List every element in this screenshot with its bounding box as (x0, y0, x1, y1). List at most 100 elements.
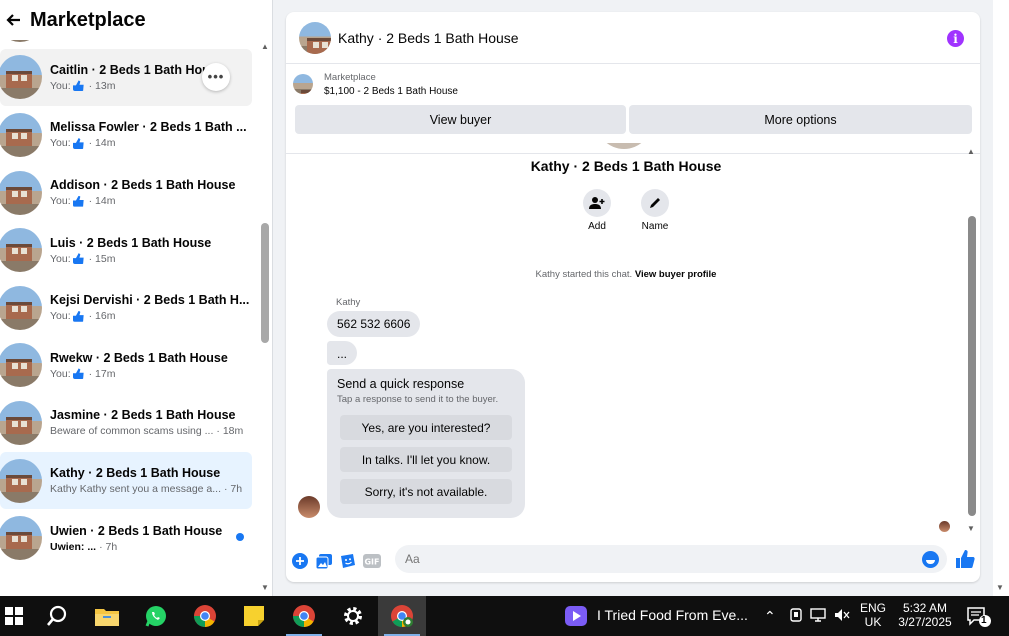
notification-icon (967, 607, 991, 627)
media-title[interactable]: I Tried Food From Eve... (597, 607, 748, 623)
volume-muted-icon[interactable] (834, 608, 850, 625)
scroll-down-arrow-icon[interactable]: ▼ (261, 583, 269, 592)
back-arrow-icon[interactable] (2, 9, 24, 31)
conversation-item[interactable]: Luis · 2 Beds 1 Bath House You: · 15m (0, 221, 252, 279)
windows-taskbar: I Tried Food From Eve... ⌃ ENG UK 5:32 A… (0, 596, 1009, 636)
conversation-preview: You: · 14m (50, 137, 252, 149)
conversation-sidebar: Marketplace You:· 12mCaitlin · 2 Beds 1 … (0, 0, 273, 596)
device-icon[interactable] (790, 608, 802, 625)
settings-button[interactable] (329, 596, 377, 636)
conversation-avatar (0, 112, 42, 157)
gear-icon (344, 607, 362, 625)
search-button[interactable] (33, 596, 81, 636)
conversation-avatar (0, 285, 42, 330)
preview-text: You: (50, 79, 71, 92)
chat-header: Kathy · 2 Beds 1 Bath House i (286, 12, 980, 64)
sidebar-scrollbar[interactable]: ▲ ▼ (260, 40, 270, 592)
scroll-down-arrow-icon[interactable]: ▼ (996, 583, 1004, 592)
conversation-item[interactable]: Caitlin · 2 Beds 1 Bath House You: · 13m ••… (0, 48, 252, 107)
quick-response-in-talks-button[interactable]: In talks. I'll let you know. (340, 447, 512, 472)
thumbs-up-icon (72, 80, 84, 92)
listing-price-title[interactable]: $1,100 - 2 Beds 1 Bath House (324, 86, 458, 97)
conversation-name: Kejsi Dervishi · 2 Beds 1 Bath H... (50, 293, 250, 308)
preview-text: You: (50, 195, 71, 208)
language-indicator[interactable]: ENG UK (860, 601, 886, 629)
sticky-notes-button[interactable] (230, 596, 278, 636)
conversation-preview: You: · 15m (50, 253, 252, 265)
add-label: Add (588, 221, 606, 232)
conversation-text: Kejsi Dervishi · 2 Beds 1 Bath H... You: ·… (50, 293, 252, 322)
listing-avatar[interactable] (299, 21, 331, 54)
message-input[interactable] (395, 545, 947, 573)
window-scrollbar[interactable]: ▼ (993, 0, 1009, 596)
emoji-icon[interactable] (922, 551, 939, 568)
conversation-item[interactable]: Jasmine · 2 Beds 1 Bath House Beware of c… (0, 394, 252, 452)
quick-response-not-available-button[interactable]: Sorry, it's not available. (340, 479, 512, 504)
chat-title[interactable]: Kathy · 2 Beds 1 Bath House (338, 30, 519, 46)
conversation-item[interactable]: Melissa Fowler · 2 Beds 1 Bath ... You: · … (0, 106, 252, 164)
message-bubble[interactable]: ... (327, 341, 358, 365)
photo-icon[interactable] (315, 552, 333, 570)
name-action[interactable]: Name (635, 189, 675, 232)
conversation-time: · 14m (88, 195, 116, 208)
more-options-button[interactable]: More options (629, 105, 972, 134)
scroll-up-arrow-icon[interactable]: ▲ (261, 42, 269, 51)
view-buyer-profile-link[interactable]: View buyer profile (635, 269, 717, 280)
gif-icon[interactable]: GIF (363, 552, 381, 570)
message-scrollbar[interactable]: ▲ ▼ (967, 143, 977, 533)
notification-center-button[interactable]: 1 (966, 606, 992, 631)
conversation-time: · 16m (88, 310, 116, 323)
chevron-up-icon[interactable]: ⌃ (764, 608, 776, 625)
chrome-button[interactable] (181, 596, 229, 636)
conversation-item[interactable]: Uwien · 2 Beds 1 Bath House Uwien: ... · 7… (0, 509, 252, 567)
add-person-icon[interactable] (583, 189, 611, 217)
conversation-name: Jasmine · 2 Beds 1 Bath House (50, 408, 236, 423)
chrome-profile-button[interactable] (378, 596, 426, 636)
conversation-name: Kathy · 2 Beds 1 Bath House (50, 466, 221, 481)
profile-avatar (596, 143, 652, 149)
sidebar-scroll-thumb[interactable] (261, 223, 269, 343)
sticker-icon[interactable] (339, 552, 357, 570)
conversation-name: Rwekw · 2 Beds 1 Bath House (50, 350, 228, 365)
file-explorer-button[interactable] (83, 596, 131, 636)
conversation-name: Melissa Fowler · 2 Beds 1 Bath ... (50, 120, 247, 135)
scroll-down-arrow-icon[interactable]: ▼ (967, 524, 975, 533)
preview-text: You: (50, 252, 71, 265)
preview-text: Kathy Kathy sent you a message a... (50, 483, 222, 496)
clock[interactable]: 5:32 AM 3/27/2025 (894, 601, 956, 629)
listing-thumbnail[interactable] (293, 74, 313, 94)
search-icon (47, 605, 67, 626)
media-player-button[interactable] (552, 596, 600, 636)
conversation-preview: You: · 14m (50, 195, 252, 207)
quick-response-card: Send a quick response Tap a response to … (327, 369, 525, 518)
sidebar-title: Marketplace (30, 8, 146, 31)
more-options-icon[interactable]: ••• (202, 62, 230, 91)
conversation-item[interactable]: Rwekw · 2 Beds 1 Bath House You: · 17m (0, 337, 252, 395)
network-icon[interactable] (810, 608, 828, 625)
conversation-text: Kathy · 2 Beds 1 Bath House Kathy Kathy s… (50, 466, 252, 495)
conversation-text: Melissa Fowler · 2 Beds 1 Bath ... You: · … (50, 120, 252, 149)
conversation-name: Luis · 2 Beds 1 Bath House (50, 235, 212, 250)
whatsapp-button[interactable] (132, 596, 180, 636)
conversation-avatar (0, 458, 42, 503)
sender-avatar[interactable] (298, 496, 320, 518)
plus-circle-icon[interactable] (291, 552, 309, 570)
add-action[interactable]: Add (577, 189, 617, 232)
view-buyer-button[interactable]: View buyer (295, 105, 626, 134)
scroll-up-arrow-icon[interactable]: ▲ (967, 147, 975, 156)
conversation-item[interactable]: Addison · 2 Beds 1 Bath House You: · 14m (0, 164, 252, 222)
preview-text: Beware of common scams using ... (50, 425, 214, 438)
message-bubble[interactable]: 562 532 6606 (327, 311, 421, 337)
message-scroll-thumb[interactable] (968, 216, 976, 516)
conversation-text: Rwekw · 2 Beds 1 Bath House You: · 17m (50, 351, 252, 380)
quick-response-interested-button[interactable]: Yes, are you interested? (340, 415, 512, 440)
pencil-icon[interactable] (641, 189, 669, 217)
conversation-item[interactable]: Kathy · 2 Beds 1 Bath House Kathy Kathy s… (0, 451, 252, 510)
chrome-button-2[interactable] (280, 596, 328, 636)
thumbs-up-icon[interactable] (955, 549, 975, 569)
thumbs-up-icon (72, 195, 84, 207)
sidebar-header: Marketplace (0, 0, 272, 40)
info-icon[interactable]: i (947, 30, 964, 47)
whatsapp-icon (145, 606, 166, 627)
conversation-item[interactable]: Kejsi Dervishi · 2 Beds 1 Bath H... You: ·… (0, 279, 252, 337)
